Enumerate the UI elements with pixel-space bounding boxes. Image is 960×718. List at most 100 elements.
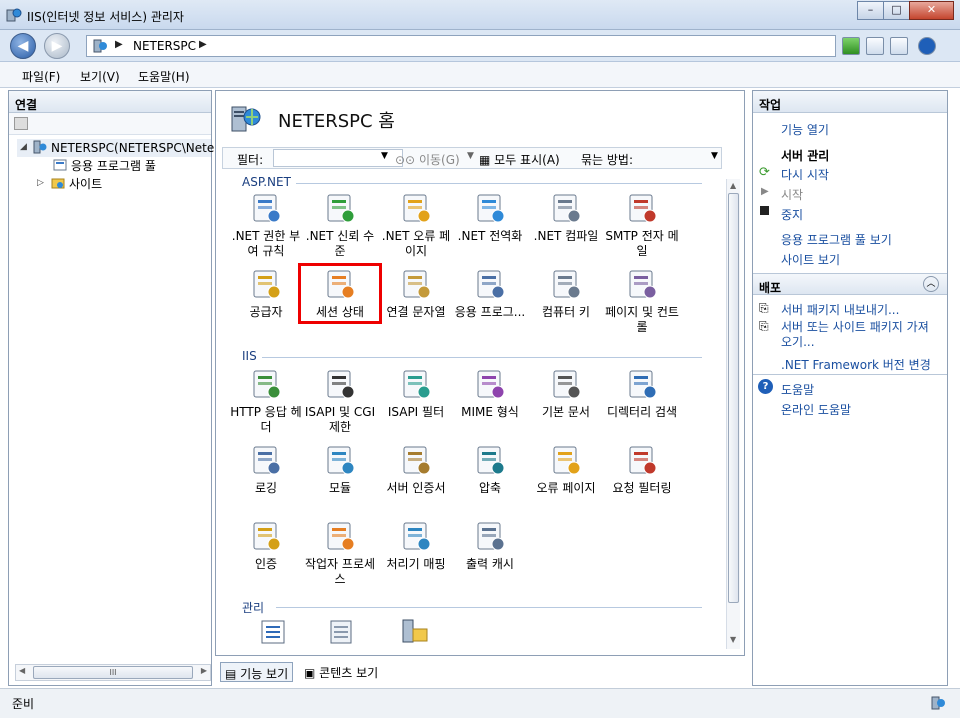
group-divider <box>276 607 702 608</box>
feature-item[interactable]: 로깅 <box>228 443 304 496</box>
feature-item[interactable]: .NET 전역화 <box>452 191 528 244</box>
view-sites-link[interactable]: 사이트 보기 <box>781 251 840 268</box>
config-editor-icon[interactable] <box>260 619 286 645</box>
feature-item[interactable]: .NET 오류 페이지 <box>378 191 454 259</box>
connections-header: 연결 <box>9 91 211 113</box>
go-dropdown-icon[interactable]: ▼ <box>467 151 474 161</box>
feature-item[interactable]: 공급자 <box>228 267 304 320</box>
feature-item[interactable]: .NET 권한 부여 규칙 <box>228 191 304 259</box>
feature-label: ISAPI 및 CGI 제한 <box>304 405 376 434</box>
menu-file[interactable]: 파일(F) <box>22 68 60 85</box>
help-circle-icon: ? <box>758 379 773 394</box>
feature-item[interactable]: ISAPI 및 CGI 제한 <box>302 367 378 435</box>
lock-users-icon <box>253 194 281 223</box>
tab-content-view[interactable]: ▣ 콘텐츠 보기 <box>300 662 382 682</box>
menu-view[interactable]: 보기(V) <box>80 68 120 85</box>
home-icon[interactable] <box>890 37 908 55</box>
feature-item[interactable]: HTTP 응답 헤더 <box>228 367 304 435</box>
features-vscrollbar[interactable]: ▲ ▼ <box>726 179 740 649</box>
export-package-link[interactable]: 서버 패키지 내보내기... <box>781 301 899 318</box>
deploy-header[interactable]: 배포 ︿ <box>753 273 947 295</box>
shared-config-icon[interactable] <box>400 617 430 647</box>
scrollbar-thumb[interactable]: III <box>33 666 193 679</box>
feature-delegation-icon[interactable] <box>328 619 354 645</box>
help-icon[interactable] <box>918 37 936 55</box>
feature-item[interactable]: 모듈 <box>302 443 378 496</box>
feature-item[interactable]: 서버 인증서 <box>378 443 454 496</box>
feature-item[interactable]: MIME 형식 <box>452 367 528 420</box>
feature-item[interactable]: 응용 프로그... <box>452 267 528 320</box>
feature-item[interactable]: .NET 신뢰 수준 <box>302 191 378 259</box>
stop-icon[interactable] <box>866 37 884 55</box>
online-help-link[interactable]: 온라인 도움말 <box>781 401 851 418</box>
globe-icon <box>477 194 505 223</box>
status-text: 준비 <box>12 697 35 711</box>
output-cache-icon <box>477 522 505 551</box>
connections-hscrollbar[interactable]: ◀ III ▶ <box>15 664 211 681</box>
group-management-header[interactable]: 관리 <box>242 599 264 616</box>
breadcrumb-server[interactable]: NETERSPC <box>133 39 196 53</box>
group-iis-header[interactable]: IIS <box>242 349 257 363</box>
feature-item[interactable]: 기본 문서 <box>528 367 604 420</box>
sites-folder-icon <box>51 178 65 189</box>
group-aspnet-header[interactable]: ASP.NET <box>242 175 291 189</box>
group-by-dropdown-icon[interactable]: ▼ <box>711 151 718 161</box>
feature-item[interactable]: 컴퓨터 키 <box>528 267 604 320</box>
close-button[interactable]: ✕ <box>909 1 954 20</box>
maximize-button[interactable]: □ <box>883 1 910 20</box>
connect-icon[interactable] <box>14 117 28 130</box>
stop-square-icon <box>760 206 769 215</box>
feature-item[interactable]: .NET 컴파일 <box>528 191 604 244</box>
pages-controls-icon <box>629 270 657 299</box>
feature-label: 컴퓨터 키 <box>542 305 590 319</box>
actions-pane: 작업 기능 열기 서버 관리 ⟳ 다시 시작 ▶ 시작 중지 응용 프로그램 풀… <box>752 90 948 686</box>
feature-item[interactable]: 인증 <box>228 519 304 572</box>
forward-button[interactable]: ▶ <box>44 33 70 59</box>
breadcrumb-separator: ▶ <box>115 39 123 50</box>
tree-apppools-node[interactable]: 응용 프로그램 풀 <box>53 157 156 175</box>
feature-item[interactable]: 처리기 매핑 <box>378 519 454 572</box>
tree-server-node[interactable]: ◢ NETERSPC(NETERSPC\Neter <box>17 139 219 157</box>
feature-item[interactable]: 작업자 프로세스 <box>302 519 378 587</box>
feature-item[interactable]: ISAPI 필터 <box>378 367 454 420</box>
tab-features-view[interactable]: ▤ 기능 보기 <box>220 662 294 682</box>
collapse-icon[interactable]: ︿ <box>923 276 939 292</box>
feature-label: 디렉터리 검색 <box>606 405 678 419</box>
feature-item[interactable]: 세션 상태 <box>298 263 382 324</box>
menu-help[interactable]: 도움말(H) <box>138 68 190 85</box>
import-package-link-cont[interactable]: 오기... <box>781 333 815 350</box>
feature-label: MIME 형식 <box>461 405 519 419</box>
server-status-icon <box>931 696 945 710</box>
view-apppools-link[interactable]: 응용 프로그램 풀 보기 <box>781 231 892 248</box>
breadcrumb-separator[interactable]: ▶ <box>199 39 207 50</box>
stop-link[interactable]: 중지 <box>781 206 803 223</box>
feature-item[interactable]: 출력 캐시 <box>452 519 528 572</box>
netfx-version-link[interactable]: .NET Framework 버전 변경 <box>781 356 931 373</box>
address-bar[interactable]: ▶ NETERSPC ▶ <box>86 35 836 57</box>
filter-dropdown-icon[interactable]: ▼ <box>381 151 388 161</box>
go-button[interactable]: ⊙⊙ 이동(G) <box>395 151 460 168</box>
feature-item[interactable]: 페이지 및 컨트롤 <box>604 267 680 335</box>
feature-item[interactable]: 디렉터리 검색 <box>604 367 680 420</box>
feature-item[interactable]: SMTP 전자 메일 <box>604 191 680 259</box>
warning-404-icon <box>403 194 431 223</box>
feature-label: 요청 필터링 <box>612 481 672 495</box>
show-all-icon: ▦ <box>479 153 495 167</box>
open-feature-link[interactable]: 기능 열기 <box>781 121 829 138</box>
help-link[interactable]: 도움말 <box>781 381 814 398</box>
mime-icon <box>477 370 505 399</box>
apppools-label: 응용 프로그램 풀 <box>71 159 156 173</box>
feature-item[interactable]: 오류 페이지 <box>528 443 604 496</box>
back-button[interactable]: ◀ <box>10 33 36 59</box>
feature-item[interactable]: 연결 문자열 <box>378 267 454 320</box>
minimize-button[interactable]: – <box>857 1 884 20</box>
feature-item[interactable]: 압축 <box>452 443 528 496</box>
restart-link[interactable]: 다시 시작 <box>781 166 829 183</box>
export-package-icon: ⎘ <box>759 301 769 315</box>
refresh-icon[interactable] <box>842 37 860 55</box>
show-all-button[interactable]: ▦ 모두 표시(A) <box>479 151 560 168</box>
iis-app-icon <box>6 8 22 22</box>
status-bar: 준비 <box>0 688 960 718</box>
feature-item[interactable]: 요청 필터링 <box>604 443 680 496</box>
scrollbar-thumb[interactable] <box>728 193 739 603</box>
